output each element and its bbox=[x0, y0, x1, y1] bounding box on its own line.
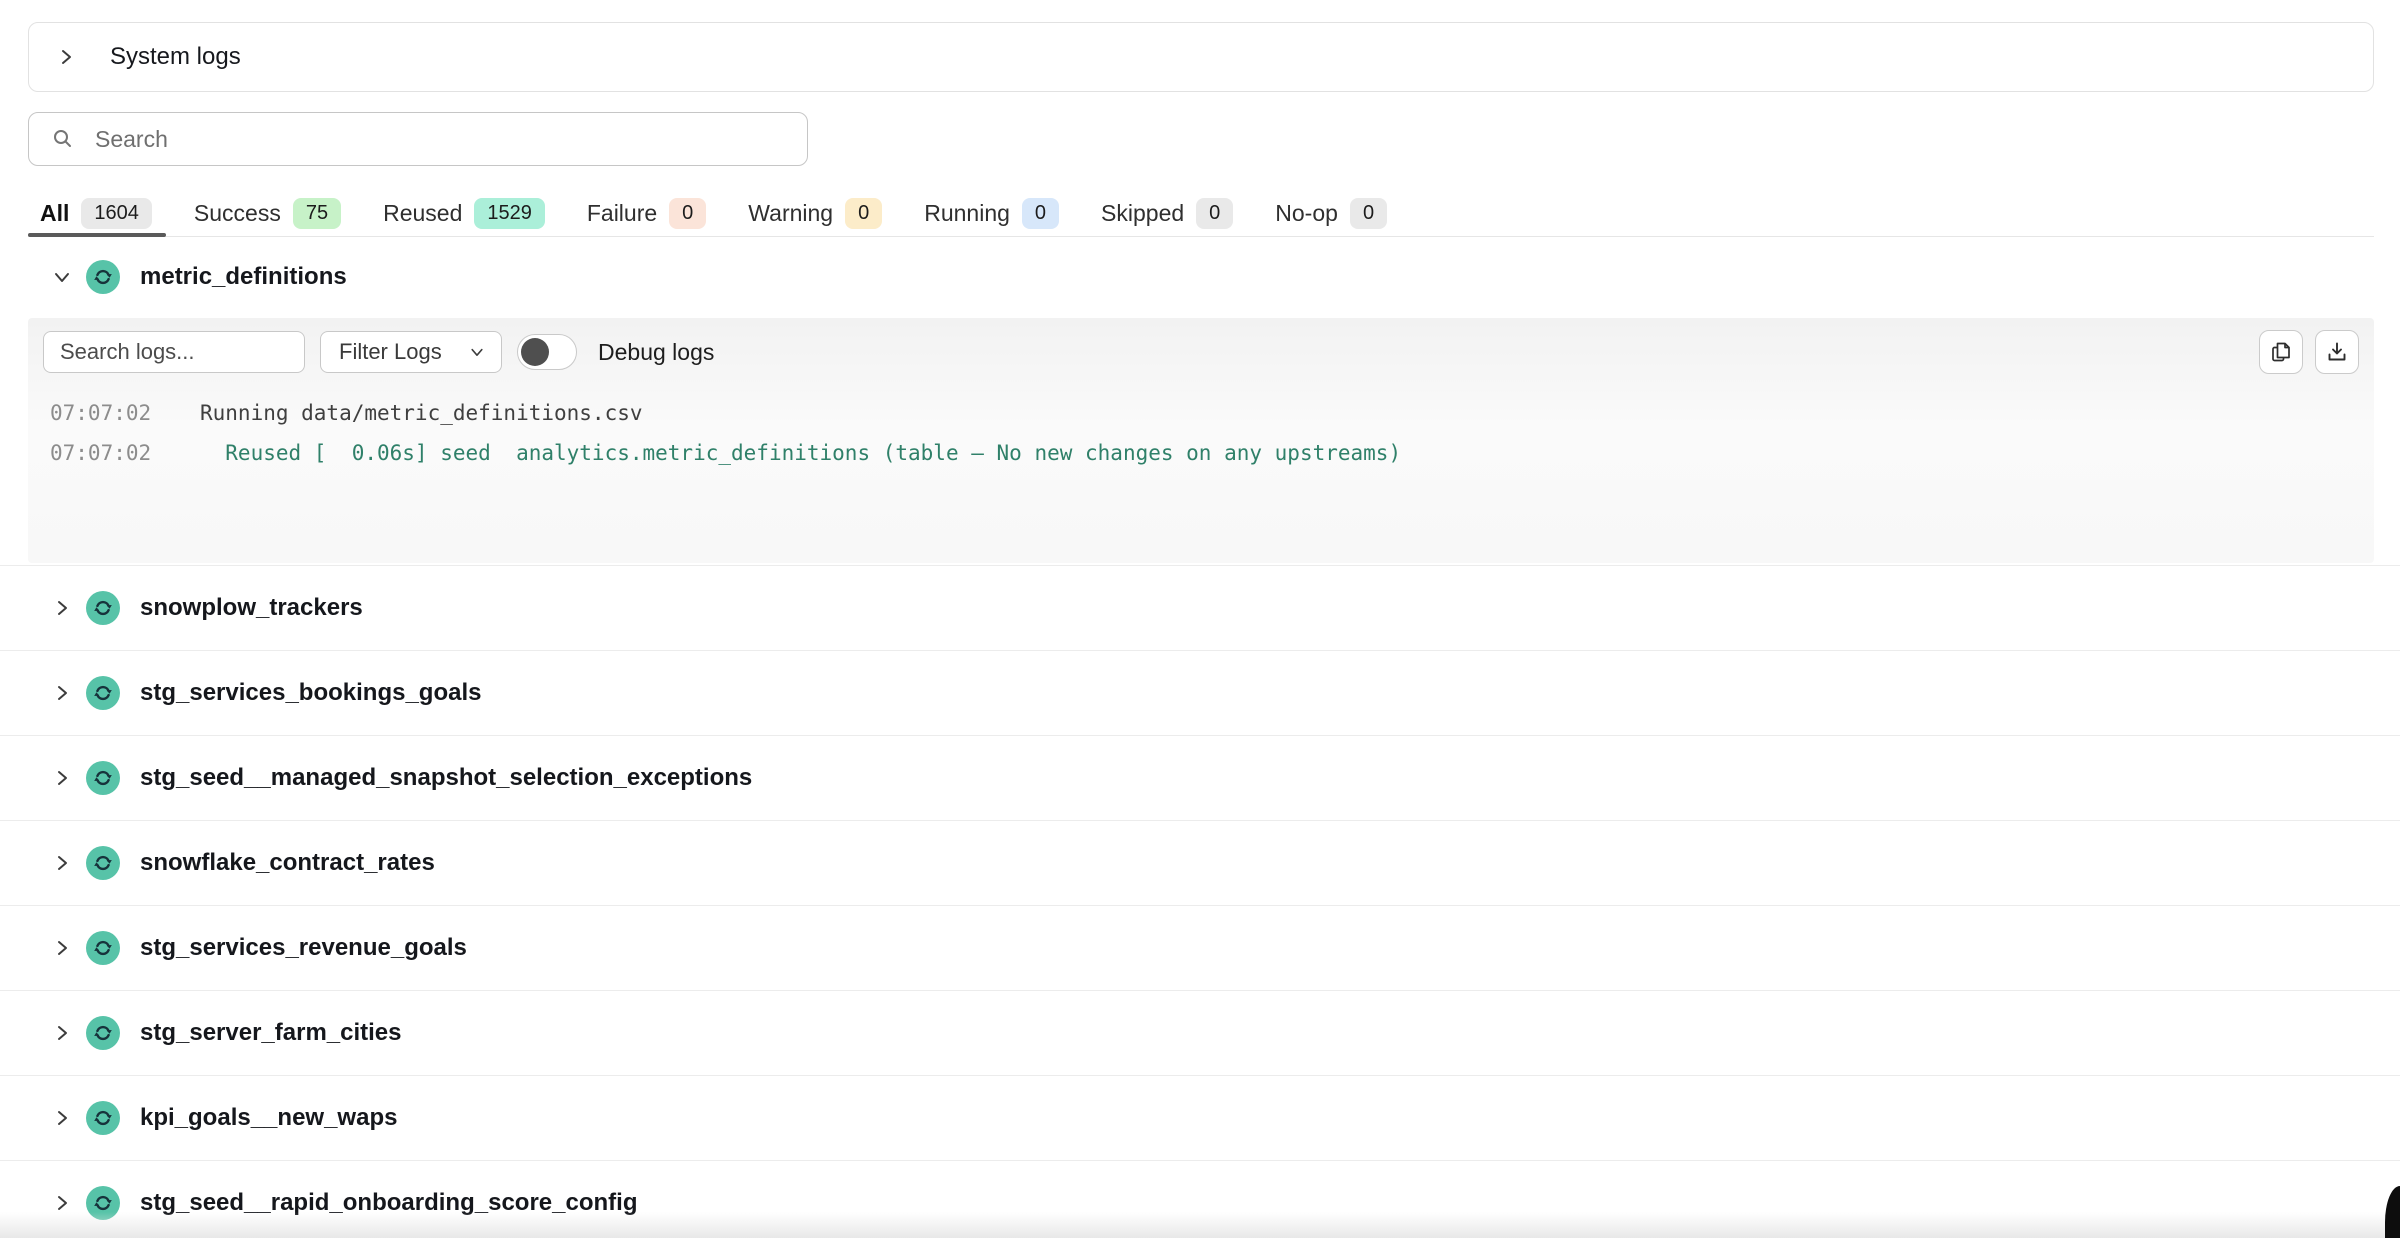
log-actions bbox=[2259, 330, 2359, 374]
model-row-snowplow-trackers[interactable]: snowplow_trackers bbox=[0, 566, 2400, 651]
toggle-knob bbox=[521, 338, 549, 366]
tab-success-count: 75 bbox=[293, 198, 341, 229]
tab-failure-count: 0 bbox=[669, 198, 706, 229]
tab-running-count: 0 bbox=[1022, 198, 1059, 229]
model-row-stg-seed-managed-snapshot-selection-exceptions[interactable]: stg_seed__managed_snapshot_selection_exc… bbox=[0, 736, 2400, 821]
log-output: 07:07:02Running data/metric_definitions.… bbox=[43, 393, 2359, 473]
tab-noop-count: 0 bbox=[1350, 198, 1387, 229]
tab-reused[interactable]: Reused 1529 bbox=[369, 191, 559, 236]
download-logs-button[interactable] bbox=[2315, 330, 2359, 374]
model-name: kpi_goals__new_waps bbox=[140, 1104, 397, 1132]
tab-skipped-count: 0 bbox=[1196, 198, 1233, 229]
tab-noop[interactable]: No-op 0 bbox=[1261, 191, 1401, 236]
model-row-kpi-goals-new-waps[interactable]: kpi_goals__new_waps bbox=[0, 1076, 2400, 1161]
reused-status-icon bbox=[86, 260, 120, 294]
log-line: 07:07:02 Reused [ 0.06s] seed analytics.… bbox=[50, 433, 2359, 473]
reused-status-icon bbox=[86, 846, 120, 880]
model-name: stg_services_bookings_goals bbox=[140, 679, 481, 707]
search-input[interactable] bbox=[93, 125, 737, 154]
chevron-down-icon bbox=[52, 267, 72, 287]
reused-status-icon bbox=[86, 1186, 120, 1220]
model-name: snowflake_contract_rates bbox=[140, 849, 435, 877]
model-name: metric_definitions bbox=[140, 263, 347, 291]
reused-status-icon bbox=[86, 676, 120, 710]
model-list: snowplow_trackers stg_services_bookings_… bbox=[0, 565, 2400, 1238]
search-icon bbox=[51, 127, 75, 151]
model-name: stg_server_farm_cities bbox=[140, 1019, 402, 1047]
log-panel: Filter Logs Debug logs 07:07:02Running d… bbox=[28, 318, 2374, 563]
tab-success[interactable]: Success 75 bbox=[180, 191, 355, 236]
chevron-right-icon bbox=[56, 47, 76, 67]
chevron-right-icon bbox=[52, 938, 72, 958]
model-row-stg-services-bookings-goals[interactable]: stg_services_bookings_goals bbox=[0, 651, 2400, 736]
chevron-right-icon bbox=[52, 683, 72, 703]
model-row-stg-services-revenue-goals[interactable]: stg_services_revenue_goals bbox=[0, 906, 2400, 991]
log-line: 07:07:02Running data/metric_definitions.… bbox=[50, 393, 2359, 433]
model-name: snowplow_trackers bbox=[140, 594, 363, 622]
filter-logs-dropdown[interactable]: Filter Logs bbox=[320, 331, 502, 373]
reused-status-icon bbox=[86, 931, 120, 965]
tab-running[interactable]: Running 0 bbox=[910, 191, 1073, 236]
log-controls: Filter Logs Debug logs bbox=[43, 331, 2359, 373]
tab-all[interactable]: All 1604 bbox=[28, 191, 166, 236]
system-logs-header[interactable]: System logs bbox=[28, 22, 2374, 92]
debug-logs-toggle[interactable] bbox=[517, 334, 577, 370]
model-row-stg-seed-rapid-onboarding-score-config[interactable]: stg_seed__rapid_onboarding_score_config bbox=[0, 1161, 2400, 1238]
tab-warning-count: 0 bbox=[845, 198, 882, 229]
model-row-metric-definitions[interactable]: metric_definitions bbox=[28, 253, 347, 301]
copy-logs-button[interactable] bbox=[2259, 330, 2303, 374]
chevron-right-icon bbox=[52, 768, 72, 788]
chevron-right-icon bbox=[52, 598, 72, 618]
download-icon bbox=[2325, 340, 2349, 364]
model-name: stg_seed__rapid_onboarding_score_config bbox=[140, 1189, 637, 1217]
debug-logs-label: Debug logs bbox=[598, 339, 714, 366]
chevron-right-icon bbox=[52, 1023, 72, 1043]
tab-skipped[interactable]: Skipped 0 bbox=[1087, 191, 1247, 236]
model-row-snowflake-contract-rates[interactable]: snowflake_contract_rates bbox=[0, 821, 2400, 906]
chevron-down-icon bbox=[469, 344, 485, 360]
copy-icon bbox=[2269, 340, 2293, 364]
chevron-right-icon bbox=[52, 1108, 72, 1128]
reused-status-icon bbox=[86, 1016, 120, 1050]
log-search-input[interactable] bbox=[43, 331, 305, 373]
reused-status-icon bbox=[86, 1101, 120, 1135]
chevron-right-icon bbox=[52, 853, 72, 873]
system-logs-title: System logs bbox=[110, 43, 241, 71]
status-tabs: All 1604 Success 75 Reused 1529 Failure … bbox=[28, 191, 2374, 237]
reused-status-icon bbox=[86, 591, 120, 625]
chevron-right-icon bbox=[52, 1193, 72, 1213]
model-name: stg_services_revenue_goals bbox=[140, 934, 467, 962]
global-search[interactable] bbox=[28, 112, 808, 166]
tab-reused-count: 1529 bbox=[474, 198, 545, 229]
model-row-stg-server-farm-cities[interactable]: stg_server_farm_cities bbox=[0, 991, 2400, 1076]
tab-warning[interactable]: Warning 0 bbox=[734, 191, 896, 236]
tab-failure[interactable]: Failure 0 bbox=[573, 191, 720, 236]
model-name: stg_seed__managed_snapshot_selection_exc… bbox=[140, 764, 752, 792]
system-logs-page: System logs All 1604 Success 75 Reused 1… bbox=[0, 0, 2400, 1238]
tab-all-count: 1604 bbox=[81, 198, 152, 229]
reused-status-icon bbox=[86, 761, 120, 795]
